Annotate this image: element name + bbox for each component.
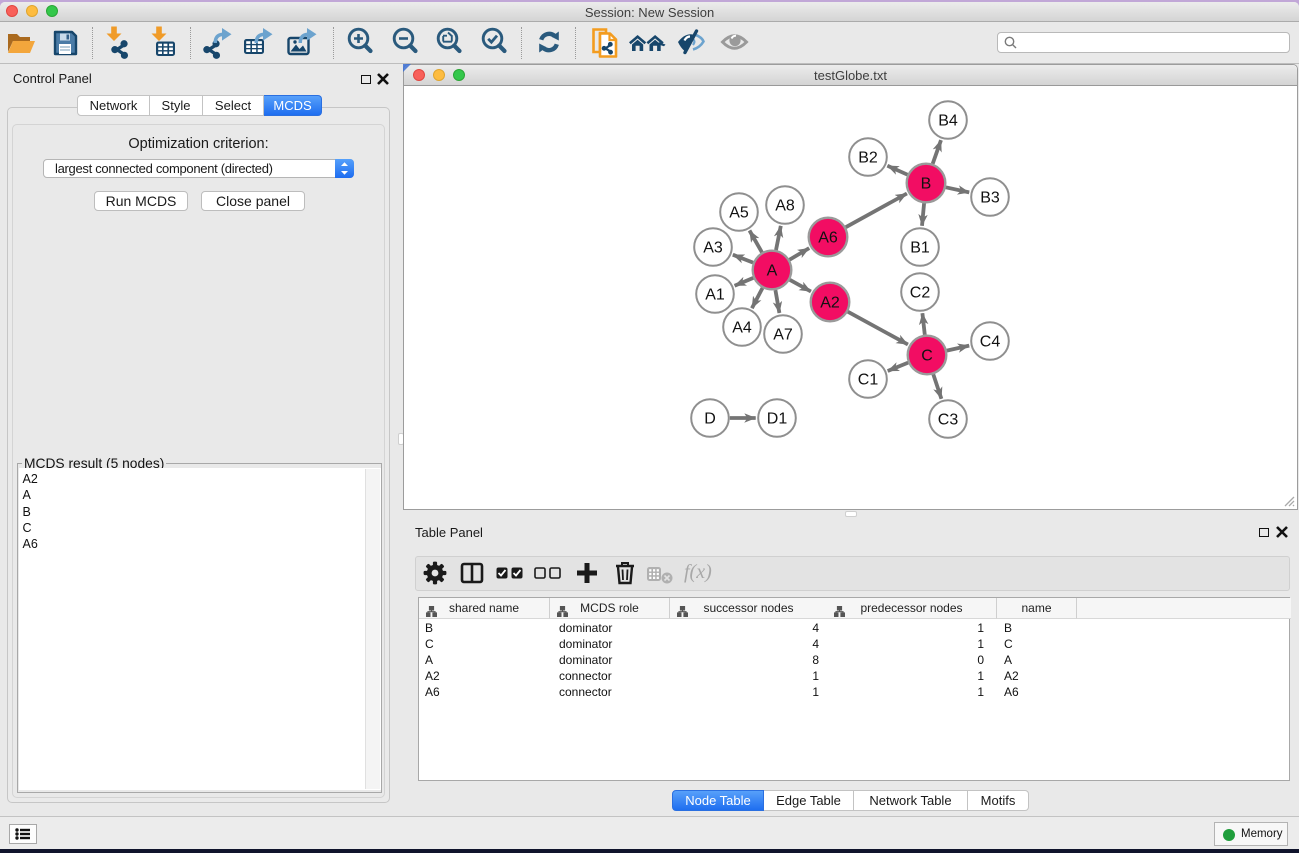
svg-text:A1: A1 bbox=[705, 287, 725, 304]
svg-text:A7: A7 bbox=[773, 327, 793, 344]
svg-text:A6: A6 bbox=[818, 230, 838, 247]
svg-text:A3: A3 bbox=[703, 240, 723, 257]
svg-text:A4: A4 bbox=[732, 320, 752, 337]
svg-text:A: A bbox=[767, 263, 778, 280]
svg-text:B: B bbox=[921, 176, 932, 193]
svg-text:A5: A5 bbox=[729, 205, 749, 222]
svg-text:D: D bbox=[704, 411, 716, 428]
svg-text:C2: C2 bbox=[910, 285, 931, 302]
svg-text:B1: B1 bbox=[910, 240, 930, 257]
svg-text:C4: C4 bbox=[980, 334, 1001, 351]
svg-text:B4: B4 bbox=[938, 113, 958, 130]
svg-text:C: C bbox=[921, 348, 933, 365]
svg-text:C3: C3 bbox=[938, 412, 959, 429]
svg-text:A8: A8 bbox=[775, 198, 795, 215]
svg-text:B3: B3 bbox=[980, 190, 1000, 207]
svg-text:C1: C1 bbox=[858, 372, 879, 389]
svg-text:B2: B2 bbox=[858, 150, 878, 167]
svg-text:A2: A2 bbox=[820, 295, 840, 312]
svg-text:D1: D1 bbox=[767, 411, 788, 428]
